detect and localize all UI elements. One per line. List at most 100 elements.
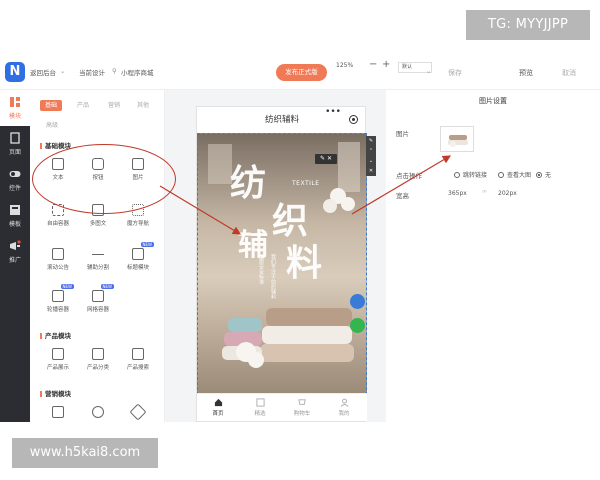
group-icon [92, 406, 104, 418]
device-chevron-icon[interactable]: ⌄ [426, 67, 431, 75]
option-label: 无 [545, 172, 552, 179]
user-icon [340, 398, 348, 407]
tabbar-item-featured[interactable]: 精选 [239, 398, 281, 417]
edit-delete-chip[interactable]: ✎ ✕ [315, 154, 337, 164]
component-marketing-2[interactable] [78, 406, 118, 421]
save-button[interactable]: 保存 [448, 68, 462, 78]
move-down-icon[interactable]: ⌄ [366, 156, 376, 166]
rail-item-controls[interactable]: 控件 [0, 162, 30, 198]
move-up-icon[interactable]: ⌃ [366, 146, 376, 156]
banner-image[interactable]: 纺 织 辅 料 TEXTILE 我们专注于纺织辅料 品质安全标准 ✎ ✕ [197, 133, 367, 395]
notice-icon [52, 248, 64, 260]
rail-label-module: 模块 [8, 113, 21, 120]
component-marketing-1[interactable] [38, 406, 78, 421]
rail-label-controls: 控件 [8, 185, 21, 192]
tabbar-label: 我的 [338, 411, 350, 417]
tab-marketing[interactable]: 营销 [108, 100, 120, 109]
wechat-icon[interactable] [350, 318, 365, 333]
component-product-display[interactable]: 产品展示 [38, 348, 78, 371]
banner-char: 料 [286, 242, 323, 284]
rail-item-template[interactable]: 模板 [0, 198, 30, 234]
component-label: 自由容器 [46, 221, 69, 227]
app-name-label[interactable]: 小程序商城 [121, 67, 154, 77]
edit-tool-icon[interactable]: ✎ [366, 136, 376, 146]
link-ratio-icon[interactable]: ∞ [482, 188, 487, 195]
component-label: 滚动公告 [46, 265, 69, 271]
towel-thumbnail-icon [448, 135, 468, 147]
tab-product[interactable]: 产品 [77, 100, 89, 109]
component-title[interactable]: NEW 标题模块 [118, 242, 158, 271]
carousel-icon [52, 290, 64, 302]
home-icon [214, 398, 222, 407]
divider-icon [92, 254, 104, 260]
component-label: 网格容器 [86, 307, 109, 313]
grid-icon [255, 398, 265, 407]
screenshot-stage: TG: MYYJJPP N 返回后台 ⌄ 当前设计 ⚲ 小程序商城 发布正式版 … [0, 0, 600, 480]
grid-container-icon [92, 290, 104, 302]
height-input[interactable]: 202px [498, 190, 517, 197]
footer-site-link[interactable]: www.h5kai8.com [12, 438, 158, 468]
rail-item-promo[interactable]: 推广 [0, 234, 30, 270]
component-marketing-3[interactable] [118, 403, 158, 421]
option-label: 查看大图 [507, 172, 532, 179]
rail-item-module[interactable]: 模块 [0, 90, 30, 126]
zoom-level: 125% [336, 62, 354, 69]
banner-char: 纺 [230, 162, 267, 204]
option-none[interactable]: 无 [536, 170, 551, 179]
annotation-ellipse [32, 144, 176, 214]
cancel-button[interactable]: 取消 [562, 68, 576, 78]
category-icon [92, 348, 104, 360]
zoom-out-button[interactable]: − [369, 59, 377, 70]
rail-label-page: 页面 [8, 149, 21, 156]
ticket-icon [52, 406, 64, 418]
product-icon [52, 348, 64, 360]
component-label: 产品分类 [86, 365, 109, 371]
component-label: 辅助分割 [86, 265, 109, 271]
rail-label-promo: 推广 [8, 257, 21, 264]
phone-call-icon[interactable] [350, 294, 365, 309]
chevron-down-icon[interactable]: ⌄ [60, 67, 65, 75]
component-carousel[interactable]: NEW 轮播容器 [38, 284, 78, 313]
app-logo: N [5, 62, 25, 82]
component-product-search[interactable]: 产品搜索 [118, 348, 158, 371]
tabbar-item-mine[interactable]: 我的 [323, 398, 365, 417]
title-icon [132, 248, 144, 260]
component-divider[interactable]: 辅助分割 [78, 248, 118, 271]
component-scroll-notice[interactable]: 滚动公告 [38, 248, 78, 271]
phone-preview: 纺织辅料 ••• 纺 织 辅 料 TEXTILE 我们专注于纺织辅料 品质安全标… [196, 106, 367, 422]
more-menu-icon[interactable]: ••• [325, 107, 341, 117]
rail-item-page[interactable]: 页面 [0, 126, 30, 162]
tab-advanced[interactable]: 高级 [46, 120, 58, 129]
width-input[interactable]: 365px [448, 190, 467, 197]
tabbar-item-cart[interactable]: 购物车 [281, 398, 323, 417]
tabbar-label: 精选 [254, 411, 266, 417]
component-label: 多图文 [89, 221, 107, 227]
rail-label-template: 模板 [8, 221, 21, 228]
option-jump-link[interactable]: 跳转链接 [454, 170, 487, 179]
tab-other[interactable]: 其他 [137, 100, 149, 109]
back-to-admin-link[interactable]: 返回后台 [30, 67, 56, 77]
banner-scene [208, 142, 360, 368]
template-icon [10, 205, 20, 215]
page-title: 纺织辅料 [264, 115, 299, 125]
component-label: 产品展示 [46, 365, 69, 371]
new-badge: NEW [140, 242, 154, 247]
click-action-label: 点击操作 [396, 172, 422, 180]
component-side-tools: ✎ ⌃ ⌄ ✕ [366, 136, 376, 176]
publish-button[interactable]: 发布正式版 [276, 64, 327, 81]
tabbar-item-home[interactable]: 首页 [197, 398, 239, 417]
tab-basic[interactable]: 基础 [40, 100, 62, 111]
banner-tagline-2: 品质安全标准 [258, 254, 264, 284]
component-product-category[interactable]: 产品分类 [78, 348, 118, 371]
option-view-large[interactable]: 查看大图 [498, 170, 531, 179]
capsule-close-icon[interactable] [349, 115, 358, 124]
banner-english: TEXTILE [292, 180, 320, 187]
link-icon: ⚲ [112, 67, 117, 75]
component-label: 魔方导航 [126, 221, 149, 227]
zoom-in-button[interactable]: + [382, 59, 390, 70]
image-thumbnail[interactable] [440, 126, 474, 152]
component-grid-container[interactable]: NEW 网格容器 [78, 284, 118, 313]
preview-button[interactable]: 预览 [519, 68, 533, 78]
page-icon [10, 132, 20, 144]
delete-tool-icon[interactable]: ✕ [366, 166, 376, 176]
